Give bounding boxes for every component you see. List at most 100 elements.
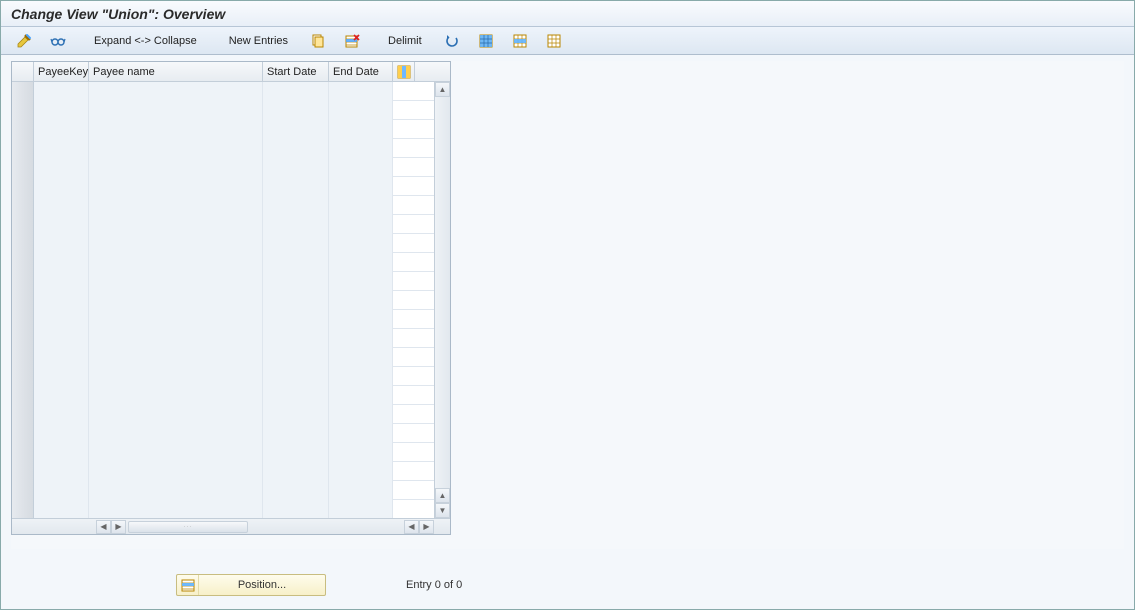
cell-enddate[interactable] [329,177,393,196]
cell-startdate[interactable] [263,405,329,424]
cell-payeekey[interactable] [34,253,89,272]
cell-startdate[interactable] [263,253,329,272]
table-row[interactable] [12,272,450,291]
scroll-left-button[interactable]: ◀ [96,520,111,534]
table-row[interactable] [12,234,450,253]
row-selector[interactable] [12,443,34,462]
cell-startdate[interactable] [263,310,329,329]
row-selector[interactable] [12,82,34,101]
cell-payeename[interactable] [89,291,263,310]
table-row[interactable] [12,462,450,481]
table-row[interactable] [12,101,450,120]
cell-startdate[interactable] [263,101,329,120]
cell-payeename[interactable] [89,367,263,386]
scroll-down-button[interactable]: ▼ [435,503,450,518]
cell-payeename[interactable] [89,158,263,177]
table-row[interactable] [12,367,450,386]
cell-payeekey[interactable] [34,234,89,253]
cell-enddate[interactable] [329,329,393,348]
cell-payeename[interactable] [89,139,263,158]
copy-button[interactable] [303,31,333,51]
cell-payeename[interactable] [89,348,263,367]
cell-startdate[interactable] [263,500,329,518]
cell-payeekey[interactable] [34,500,89,518]
cell-startdate[interactable] [263,177,329,196]
cell-enddate[interactable] [329,139,393,158]
row-selector[interactable] [12,348,34,367]
cell-startdate[interactable] [263,443,329,462]
cell-payeename[interactable] [89,500,263,518]
row-selector[interactable] [12,253,34,272]
cell-startdate[interactable] [263,462,329,481]
cell-payeekey[interactable] [34,177,89,196]
row-selector[interactable] [12,291,34,310]
cell-payeekey[interactable] [34,386,89,405]
cell-payeekey[interactable] [34,462,89,481]
row-selector[interactable] [12,405,34,424]
cell-payeekey[interactable] [34,481,89,500]
cell-payeekey[interactable] [34,405,89,424]
row-selector[interactable] [12,158,34,177]
row-selector[interactable] [12,424,34,443]
cell-payeename[interactable] [89,424,263,443]
cell-payeekey[interactable] [34,291,89,310]
table-settings-button[interactable] [393,62,415,81]
cell-payeename[interactable] [89,82,263,101]
row-selector[interactable] [12,310,34,329]
table-row[interactable] [12,500,450,518]
cell-enddate[interactable] [329,215,393,234]
cell-payeename[interactable] [89,462,263,481]
position-button[interactable]: Position... [176,574,326,596]
row-selector[interactable] [12,367,34,386]
cell-payeekey[interactable] [34,120,89,139]
cell-payeename[interactable] [89,215,263,234]
row-selector[interactable] [12,196,34,215]
row-selector[interactable] [12,139,34,158]
cell-enddate[interactable] [329,120,393,139]
row-selector[interactable] [12,234,34,253]
cell-startdate[interactable] [263,367,329,386]
table-row[interactable] [12,291,450,310]
row-selector[interactable] [12,177,34,196]
cell-enddate[interactable] [329,158,393,177]
cell-payeekey[interactable] [34,196,89,215]
vertical-scrollbar[interactable]: ▲ ▲ ▼ [434,82,450,518]
cell-enddate[interactable] [329,443,393,462]
table-row[interactable] [12,253,450,272]
cell-enddate[interactable] [329,462,393,481]
cell-startdate[interactable] [263,158,329,177]
other-view-button[interactable] [43,31,73,51]
cell-payeename[interactable] [89,272,263,291]
row-selector[interactable] [12,329,34,348]
cell-payeekey[interactable] [34,424,89,443]
cell-enddate[interactable] [329,196,393,215]
cell-payeekey[interactable] [34,101,89,120]
row-selector-header[interactable] [12,62,34,81]
cell-enddate[interactable] [329,481,393,500]
column-header-startdate[interactable]: Start Date [263,62,329,81]
row-selector[interactable] [12,386,34,405]
cell-enddate[interactable] [329,101,393,120]
cell-startdate[interactable] [263,234,329,253]
scroll-left-end-button[interactable]: ◀ [404,520,419,534]
cell-startdate[interactable] [263,329,329,348]
row-selector[interactable] [12,481,34,500]
cell-payeename[interactable] [89,101,263,120]
table-row[interactable] [12,82,450,101]
cell-enddate[interactable] [329,310,393,329]
cell-payeename[interactable] [89,405,263,424]
row-selector[interactable] [12,101,34,120]
scroll-right-button[interactable]: ▶ [419,520,434,534]
table-row[interactable] [12,177,450,196]
new-entries-button[interactable]: New Entries [220,31,299,51]
column-header-payeename[interactable]: Payee name [89,62,263,81]
cell-payeekey[interactable] [34,367,89,386]
cell-payeename[interactable] [89,481,263,500]
cell-startdate[interactable] [263,348,329,367]
table-row[interactable] [12,481,450,500]
cell-enddate[interactable] [329,253,393,272]
cell-startdate[interactable] [263,272,329,291]
table-row[interactable] [12,215,450,234]
horizontal-thumb[interactable]: ··· [128,521,248,533]
cell-payeename[interactable] [89,310,263,329]
